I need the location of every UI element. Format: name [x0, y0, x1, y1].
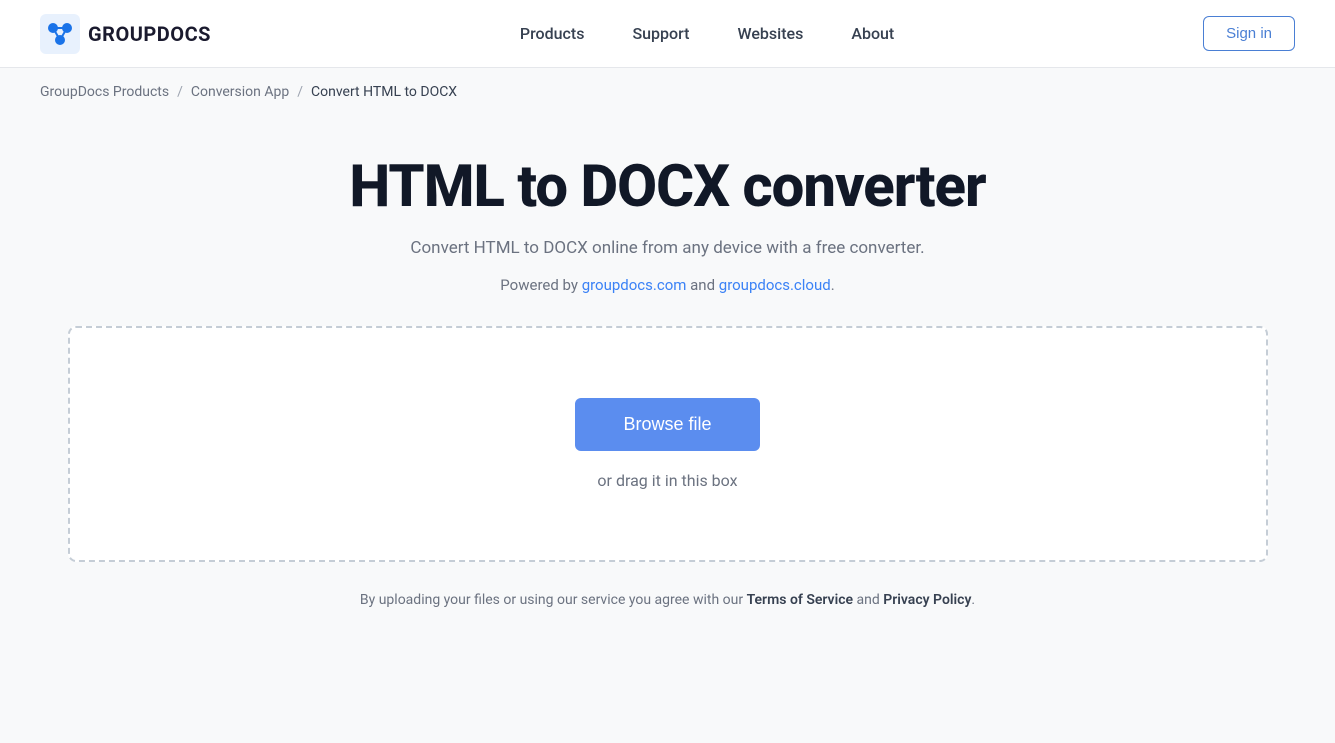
breadcrumb: GroupDocs Products / Conversion App / Co…	[0, 68, 1335, 116]
footer-legal-note: By uploading your files or using our ser…	[360, 592, 975, 608]
page-subtitle: Convert HTML to DOCX online from any dev…	[410, 238, 924, 258]
groupdocs-com-link[interactable]: groupdocs.com	[582, 276, 687, 294]
powered-by-suffix: .	[831, 276, 835, 294]
breadcrumb-root[interactable]: GroupDocs Products	[40, 84, 169, 100]
footer-note-prefix: By uploading your files or using our ser…	[360, 592, 747, 608]
breadcrumb-app[interactable]: Conversion App	[191, 84, 289, 100]
powered-by-and: and	[686, 276, 718, 294]
nav-products[interactable]: Products	[520, 24, 585, 43]
nav-about[interactable]: About	[851, 24, 894, 43]
privacy-policy-link[interactable]: Privacy Policy	[883, 592, 971, 608]
logo-area: GROUPDOCS	[40, 14, 211, 54]
main-nav: Products Support Websites About	[520, 24, 894, 43]
footer-note-and: and	[853, 592, 883, 608]
breadcrumb-separator-2: /	[297, 84, 303, 100]
site-header: GROUPDOCS Products Support Websites Abou…	[0, 0, 1335, 68]
drag-hint-text: or drag it in this box	[597, 471, 737, 490]
breadcrumb-current: Convert HTML to DOCX	[311, 84, 457, 100]
upload-dropzone[interactable]: Browse file or drag it in this box	[68, 326, 1268, 562]
browse-file-button[interactable]: Browse file	[575, 398, 759, 451]
groupdocs-cloud-link[interactable]: groupdocs.cloud	[719, 276, 831, 294]
groupdocs-logo-icon	[40, 14, 80, 54]
nav-websites[interactable]: Websites	[737, 24, 803, 43]
logo-text: GROUPDOCS	[88, 22, 211, 46]
breadcrumb-separator-1: /	[177, 84, 183, 100]
nav-support[interactable]: Support	[632, 24, 689, 43]
terms-of-service-link[interactable]: Terms of Service	[747, 592, 853, 608]
page-title: HTML to DOCX converter	[349, 156, 985, 220]
powered-by-prefix: Powered by	[500, 276, 581, 294]
footer-note-suffix: .	[971, 592, 975, 608]
sign-in-button[interactable]: Sign in	[1203, 16, 1295, 51]
main-content: HTML to DOCX converter Convert HTML to D…	[0, 116, 1335, 638]
powered-by-text: Powered by groupdocs.com and groupdocs.c…	[500, 276, 834, 294]
